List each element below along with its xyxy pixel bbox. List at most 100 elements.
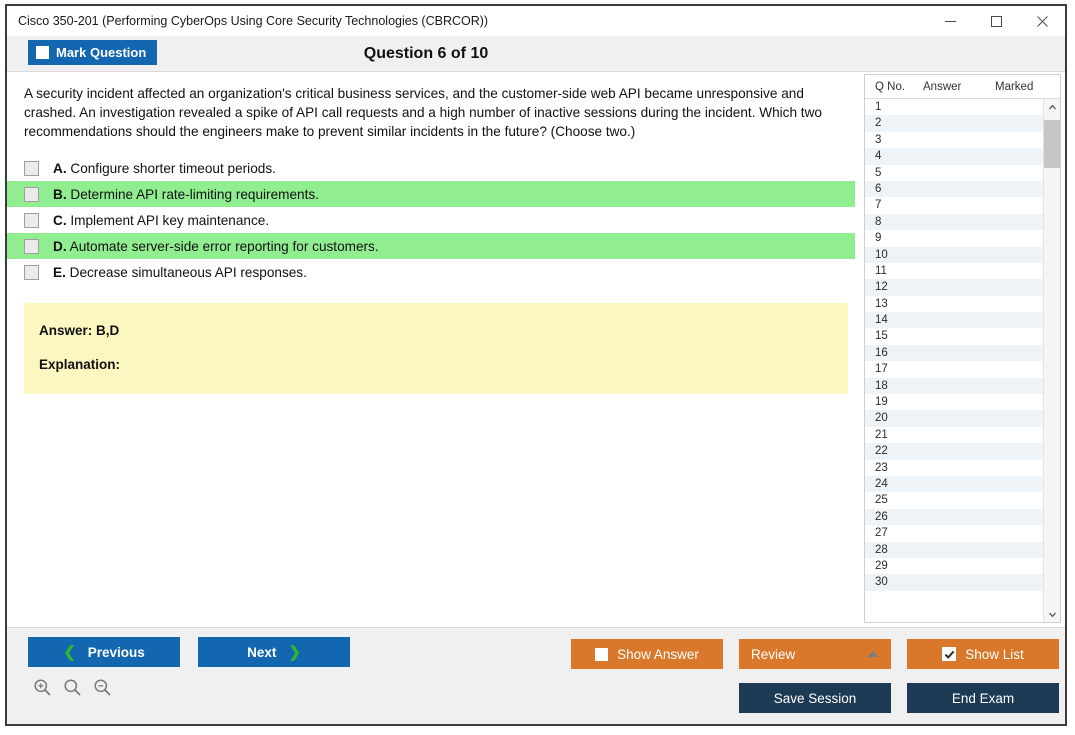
zoom-reset-icon[interactable]: [63, 678, 82, 697]
end-exam-button[interactable]: End Exam: [907, 683, 1059, 713]
answer-option-label: B. Determine API rate-limiting requireme…: [53, 187, 319, 202]
zoom-out-icon[interactable]: [93, 678, 112, 697]
question-list-row[interactable]: 7: [865, 197, 1043, 213]
question-list-row[interactable]: 3: [865, 132, 1043, 148]
question-list-row[interactable]: 11: [865, 263, 1043, 279]
question-list-row[interactable]: 22: [865, 443, 1043, 460]
answer-option-row[interactable]: B. Determine API rate-limiting requireme…: [7, 181, 855, 207]
question-list-row[interactable]: 28: [865, 541, 1043, 558]
exam-body: A security incident affected an organiza…: [7, 72, 1065, 627]
answer-option-label: D. Automate server-side error reporting …: [53, 239, 379, 254]
question-list-header: Q No. Answer Marked: [865, 75, 1060, 99]
answer-option-letter: D.: [53, 238, 67, 254]
show-list-checkbox[interactable]: [942, 647, 957, 661]
next-button[interactable]: Next ❯: [198, 637, 350, 667]
question-list-row[interactable]: 30: [865, 574, 1043, 591]
question-list-row[interactable]: 4: [865, 148, 1043, 165]
close-icon[interactable]: [1019, 6, 1065, 36]
question-list-row[interactable]: 6: [865, 180, 1043, 198]
answer-option-checkbox[interactable]: [24, 238, 39, 254]
show-answer-checkbox[interactable]: [595, 647, 609, 661]
question-content-pane: A security incident affected an organiza…: [7, 72, 855, 627]
answer-option-letter: B.: [53, 186, 67, 202]
question-list-body: 1 2 3 4 5 6 7 8 9 10 11 12 13 14 15 16 17 18 19 20 21 22 23 24 2…: [865, 99, 1060, 622]
maximize-icon[interactable]: [973, 6, 1019, 36]
zoom-controls: [33, 678, 112, 697]
question-list-row[interactable]: 24: [865, 475, 1043, 493]
answer-option-row[interactable]: A. Configure shorter timeout periods.: [7, 155, 855, 181]
explanation-label: Explanation:: [39, 357, 121, 372]
page-title: Question 6 of 10: [363, 44, 489, 62]
title-bar: Cisco 350-201 (Performing CyberOps Using…: [7, 6, 1065, 36]
chevron-left-icon: ❮: [63, 643, 76, 661]
question-list-row[interactable]: 13: [865, 296, 1043, 312]
question-list-row[interactable]: 18: [865, 377, 1043, 395]
question-list-row[interactable]: 20: [865, 410, 1043, 427]
question-rows: 1 2 3 4 5 6 7 8 9 10 11 12 13 14 15 16 17 18 19 20 21 22 23 24 2…: [865, 99, 1043, 622]
mark-question-label: Mark Question: [56, 45, 147, 60]
answer-options-list: A. Configure shorter timeout periods. B. …: [7, 155, 855, 285]
question-list-row[interactable]: 29: [865, 558, 1043, 574]
question-list-row[interactable]: 19: [865, 394, 1043, 410]
answer-option-text: Decrease simultaneous API responses.: [69, 264, 307, 280]
scroll-down-icon[interactable]: [1044, 606, 1060, 622]
question-list-row[interactable]: 17: [865, 361, 1043, 377]
window-title: Cisco 350-201 (Performing CyberOps Using…: [18, 14, 489, 28]
answer-option-checkbox[interactable]: [24, 160, 39, 176]
answer-option-row[interactable]: D. Automate server-side error reporting …: [7, 233, 855, 259]
question-list-scrollbar[interactable]: [1043, 99, 1060, 622]
question-list-row[interactable]: 14: [865, 312, 1043, 329]
chevron-up-icon: [867, 651, 879, 657]
answer-option-text: Configure shorter timeout periods.: [70, 160, 276, 176]
show-answer-label: Show Answer: [617, 646, 699, 662]
answer-option-row[interactable]: E. Decrease simultaneous API responses.: [7, 259, 855, 285]
app-root: Cisco 350-201 (Performing CyberOps Using…: [0, 0, 1075, 735]
answer-option-text: Determine API rate-limiting requirements…: [70, 186, 319, 202]
mark-question-button[interactable]: Mark Question: [28, 40, 158, 65]
question-list-row[interactable]: 12: [865, 279, 1043, 296]
answer-option-text: Implement API key maintenance.: [70, 212, 270, 228]
question-list-row[interactable]: 15: [865, 328, 1043, 344]
answer-option-letter: E.: [53, 264, 66, 280]
end-exam-label: End Exam: [951, 690, 1015, 706]
question-list-row[interactable]: 1: [865, 99, 1043, 115]
question-list-row[interactable]: 2: [865, 115, 1043, 132]
question-list-row[interactable]: 26: [865, 508, 1043, 526]
review-label: Review: [751, 646, 796, 662]
save-session-button[interactable]: Save Session: [739, 683, 891, 713]
answer-option-row[interactable]: C. Implement API key maintenance.: [7, 207, 855, 233]
scroll-up-icon[interactable]: [1044, 99, 1060, 115]
question-list-row[interactable]: 5: [865, 165, 1043, 181]
question-list-row[interactable]: 10: [865, 246, 1043, 263]
question-list-row[interactable]: 9: [865, 230, 1043, 246]
mark-question-checkbox[interactable]: [36, 46, 49, 59]
previous-button[interactable]: ❮ Previous: [28, 637, 180, 667]
answer-option-letter: C.: [53, 212, 67, 228]
answer-option-label: C. Implement API key maintenance.: [53, 213, 269, 228]
answer-option-text: Automate server-side error reporting for…: [69, 238, 379, 254]
show-list-button[interactable]: Show List: [907, 639, 1059, 669]
answer-explanation-panel: Answer: B,D Explanation:: [24, 303, 848, 394]
answer-value: Answer: B,D: [39, 323, 120, 338]
minimize-icon[interactable]: [927, 6, 973, 36]
answer-option-label: A. Configure shorter timeout periods.: [53, 161, 276, 176]
answer-option-letter: A.: [53, 160, 67, 176]
answer-option-checkbox[interactable]: [24, 186, 39, 202]
zoom-in-icon[interactable]: [33, 678, 52, 697]
previous-label: Previous: [87, 644, 145, 660]
question-list-panel: Q No. Answer Marked 1 2 3 4 5 6 7 8 9 10 11 12 13 14 1…: [864, 74, 1061, 623]
question-list-row[interactable]: 16: [865, 344, 1043, 362]
show-answer-button[interactable]: Show Answer: [571, 639, 723, 669]
question-list-row[interactable]: 25: [865, 492, 1043, 508]
answer-option-checkbox[interactable]: [24, 212, 39, 228]
question-list-row[interactable]: 21: [865, 427, 1043, 443]
column-header-answer: Answer: [923, 80, 962, 93]
review-dropdown-button[interactable]: Review: [739, 639, 891, 669]
question-list-row[interactable]: 23: [865, 460, 1043, 476]
scrollbar-thumb[interactable]: [1044, 120, 1060, 168]
exam-window: Cisco 350-201 (Performing CyberOps Using…: [5, 4, 1067, 726]
question-list-row[interactable]: 27: [865, 525, 1043, 541]
question-list-row[interactable]: 8: [865, 213, 1043, 231]
answer-option-checkbox[interactable]: [24, 264, 39, 280]
next-label: Next: [247, 644, 277, 660]
